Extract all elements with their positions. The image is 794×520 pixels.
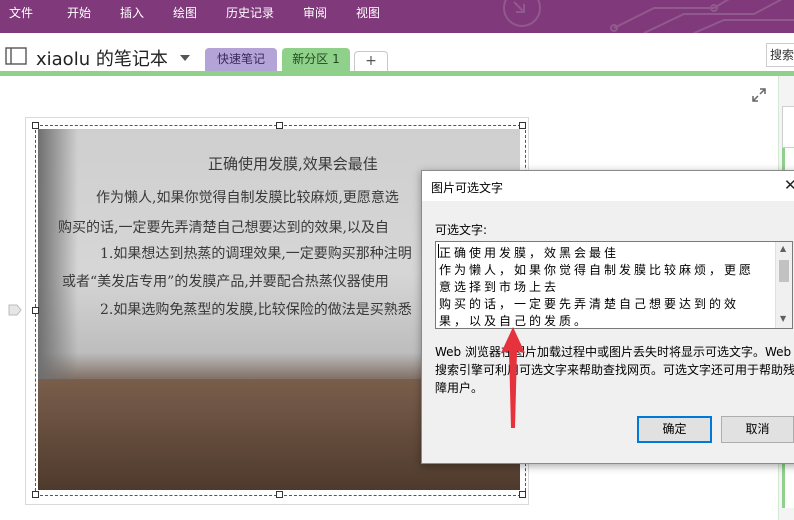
close-icon[interactable]: ✕ [784, 177, 794, 193]
alt-text-description: Web 浏览器在图片加载过程中或图片丢失时将显示可选文字。Web 搜索引擎可利用… [435, 345, 794, 395]
menu-view[interactable]: 视图 [356, 0, 380, 27]
chevron-down-icon[interactable] [180, 55, 190, 61]
expand-icon[interactable] [752, 88, 766, 102]
scroll-down-icon[interactable]: ▼ [780, 314, 786, 323]
dialog-titlebar[interactable]: 图片可选文字 ✕ [422, 171, 794, 201]
menu-draw[interactable]: 绘图 [173, 0, 197, 27]
menu-review[interactable]: 审阅 [303, 0, 327, 27]
alt-text-dialog: 图片可选文字 ✕ 可选文字: 正确使用发膜，效黑会最佳 作为懒人，如果你觉得自制… [421, 170, 794, 464]
notebook-title[interactable]: xiaolu 的笔记本 [36, 45, 168, 71]
scroll-up-icon[interactable]: ▲ [780, 244, 786, 253]
alt-text-line: 正确使用发膜，效黑会最佳 [439, 246, 620, 260]
alt-text-line: 作为懒人，如果你觉得自制发膜比较麻烦，更愿 [439, 263, 755, 277]
ribbon-decoration [503, 0, 794, 33]
alt-text-line: 意选择到市场上去 [439, 280, 560, 294]
resize-handle[interactable] [276, 491, 283, 498]
search-input[interactable]: 搜索 [766, 43, 794, 67]
alt-text-label: 可选文字: [435, 223, 488, 237]
resize-handle[interactable] [32, 491, 39, 498]
notebook-icon [5, 47, 27, 65]
menu-insert[interactable]: 插入 [120, 0, 144, 27]
ok-button[interactable]: 确定 [637, 416, 712, 443]
cancel-button[interactable]: 取消 [721, 416, 794, 443]
paragraph-handle-icon[interactable] [8, 304, 22, 316]
scrollbar-thumb[interactable] [779, 260, 789, 282]
menu-file[interactable]: 文件 [9, 0, 33, 27]
resize-handle[interactable] [32, 122, 39, 129]
menu-history[interactable]: 历史记录 [226, 0, 274, 27]
tab-quick-notes[interactable]: 快速笔记 [205, 48, 277, 71]
ribbon-menu-bar: 文件 开始 插入 绘图 历史记录 审阅 视图 [0, 0, 794, 33]
resize-handle[interactable] [519, 122, 526, 129]
add-section-button[interactable]: + [354, 51, 388, 72]
resize-handle[interactable] [276, 122, 283, 129]
notebook-header: xiaolu 的笔记本 快速笔记 新分区 1 + 搜索 [0, 33, 794, 73]
dialog-title: 图片可选文字 [431, 181, 504, 195]
red-arrow-annotation [501, 327, 525, 428]
alt-text-textarea[interactable]: 正确使用发膜，效黑会最佳 作为懒人，如果你觉得自制发膜比较麻烦，更愿 意选择到市… [435, 241, 793, 329]
alt-text-line: 购买的话，一定要先弄清楚自己想要达到的效 [439, 297, 740, 311]
menu-home[interactable]: 开始 [67, 0, 91, 27]
resize-handle[interactable] [32, 307, 39, 314]
resize-handle[interactable] [519, 491, 526, 498]
page-tab[interactable] [782, 106, 794, 148]
textarea-scrollbar[interactable]: ▲ ▼ [775, 242, 792, 328]
tab-new-section-1[interactable]: 新分区 1 [282, 48, 350, 71]
